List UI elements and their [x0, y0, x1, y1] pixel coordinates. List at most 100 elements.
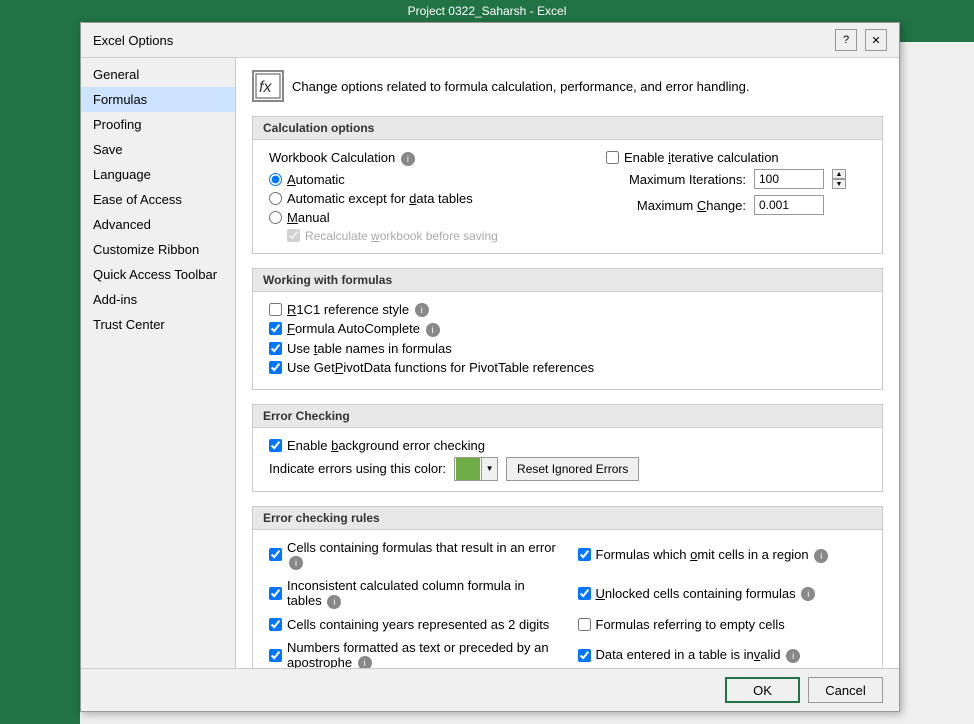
- inconsistent-col-info-icon: i: [327, 595, 341, 609]
- working-with-formulas-label: Working with formulas: [253, 269, 882, 292]
- cells-formula-error-row: Cells containing formulas that result in…: [269, 540, 558, 571]
- sidebar-item-ease-of-access[interactable]: Ease of Access: [81, 187, 235, 212]
- table-names-checkbox[interactable]: [269, 342, 282, 355]
- enable-iterative-row: Enable iterative calculation: [606, 150, 866, 165]
- color-dropdown-arrow[interactable]: ▼: [481, 458, 497, 480]
- sidebar-item-save[interactable]: Save: [81, 137, 235, 162]
- color-swatch: [456, 458, 480, 480]
- error-checking-rules-content: Cells containing formulas that result in…: [253, 530, 882, 668]
- unlocked-cells-checkbox[interactable]: [578, 587, 591, 600]
- calculation-options-group: Calculation options Workbook Calculation…: [252, 116, 883, 254]
- formulas-empty-cells-row: Formulas referring to empty cells: [578, 617, 867, 632]
- recalculate-label: Recalculate workbook before saving: [305, 229, 498, 243]
- formulas-omit-cells-label: Formulas which omit cells in a region i: [596, 547, 829, 563]
- radio-manual: Manual: [269, 210, 566, 225]
- formula-autocomplete-label: Formula AutoComplete i: [287, 321, 440, 337]
- max-iterations-down[interactable]: ▼: [832, 179, 846, 189]
- unlocked-cells-label: Unlocked cells containing formulas i: [596, 586, 816, 602]
- formula-autocomplete-row: Formula AutoComplete i: [269, 321, 866, 337]
- workbook-calc-label: Workbook Calculation i: [269, 150, 566, 166]
- max-iterations-spinner: ▲ ▼: [832, 169, 846, 189]
- error-rules-grid: Cells containing formulas that result in…: [269, 540, 866, 668]
- radio-manual-label: Manual: [287, 210, 330, 225]
- max-iterations-up[interactable]: ▲: [832, 169, 846, 179]
- max-change-input[interactable]: [754, 195, 824, 215]
- data-table-invalid-label: Data entered in a table is invalid i: [596, 647, 801, 663]
- omit-cells-info-icon: i: [814, 549, 828, 563]
- radio-auto-except-input[interactable]: [269, 192, 282, 205]
- cells-2digit-years-row: Cells containing years represented as 2 …: [269, 617, 558, 632]
- enable-iterative-checkbox[interactable]: [606, 151, 619, 164]
- close-button[interactable]: ✕: [865, 29, 887, 51]
- formula-autocomplete-checkbox[interactable]: [269, 322, 282, 335]
- ok-button[interactable]: OK: [725, 677, 800, 703]
- color-picker[interactable]: ▼: [454, 457, 498, 481]
- sidebar-item-proofing[interactable]: Proofing: [81, 112, 235, 137]
- formulas-omit-cells-checkbox[interactable]: [578, 548, 591, 561]
- sidebar-item-customize-ribbon[interactable]: Customize Ribbon: [81, 237, 235, 262]
- autocomplete-info-icon: i: [426, 323, 440, 337]
- numbers-as-text-label: Numbers formatted as text or preceded by…: [287, 640, 558, 668]
- cancel-button[interactable]: Cancel: [808, 677, 883, 703]
- max-change-row: Maximum Change:: [606, 195, 866, 215]
- dialog-footer: OK Cancel: [81, 668, 899, 711]
- sidebar-item-formulas[interactable]: Formulas: [81, 87, 235, 112]
- radio-auto-except: Automatic except for data tables: [269, 191, 566, 206]
- error-checking-rules-label: Error checking rules: [253, 507, 882, 530]
- cells-2digit-years-checkbox[interactable]: [269, 618, 282, 631]
- title-bar: Project 0322_Saharsh - Excel: [0, 0, 974, 22]
- indicate-color-label: Indicate errors using this color:: [269, 461, 446, 476]
- calc-layout: Workbook Calculation i Automatic: [269, 150, 866, 243]
- enable-bg-error-row: Enable background error checking: [269, 438, 866, 453]
- cells-formula-info-icon: i: [289, 556, 303, 570]
- sidebar-item-advanced[interactable]: Advanced: [81, 212, 235, 237]
- sidebar-item-language[interactable]: Language: [81, 162, 235, 187]
- cells-2digit-years-label: Cells containing years represented as 2 …: [287, 617, 549, 632]
- getpivotdata-checkbox[interactable]: [269, 361, 282, 374]
- data-table-invalid-checkbox[interactable]: [578, 649, 591, 662]
- error-color-row: Indicate errors using this color: ▼ Rese…: [269, 457, 866, 481]
- calculation-options-content: Workbook Calculation i Automatic: [253, 140, 882, 253]
- formulas-omit-cells-row: Formulas which omit cells in a region i: [578, 540, 867, 571]
- r1c1-checkbox[interactable]: [269, 303, 282, 316]
- cells-formula-error-checkbox[interactable]: [269, 548, 282, 561]
- r1c1-label: R1C1 reference style i: [287, 302, 429, 318]
- sidebar-item-quick-access-toolbar[interactable]: Quick Access Toolbar: [81, 262, 235, 287]
- max-iterations-input[interactable]: [754, 169, 824, 189]
- getpivotdata-row: Use GetPivotData functions for PivotTabl…: [269, 360, 866, 375]
- calculation-options-label: Calculation options: [253, 117, 882, 140]
- radio-automatic-label: Automatic: [287, 172, 345, 187]
- sidebar-item-add-ins[interactable]: Add-ins: [81, 287, 235, 312]
- formulas-empty-cells-checkbox[interactable]: [578, 618, 591, 631]
- excel-options-dialog: Excel Options ? ✕ General Formulas Proof…: [80, 22, 900, 712]
- radio-automatic-input[interactable]: [269, 173, 282, 186]
- getpivotdata-label: Use GetPivotData functions for PivotTabl…: [287, 360, 594, 375]
- help-button[interactable]: ?: [835, 29, 857, 51]
- numbers-as-text-checkbox[interactable]: [269, 649, 282, 662]
- r1c1-row: R1C1 reference style i: [269, 302, 866, 318]
- recalculate-text: Recalculate workbook before saving: [287, 229, 566, 243]
- dialog-body: General Formulas Proofing Save Language …: [81, 58, 899, 668]
- radio-manual-input[interactable]: [269, 211, 282, 224]
- workbook-calc-info-icon: i: [401, 152, 415, 166]
- enable-bg-error-checkbox[interactable]: [269, 439, 282, 452]
- radio-automatic: Automatic: [269, 172, 566, 187]
- title-bar-text: Project 0322_Saharsh - Excel: [408, 4, 567, 18]
- enable-iterative-label: Enable iterative calculation: [624, 150, 779, 165]
- sidebar-item-trust-center[interactable]: Trust Center: [81, 312, 235, 337]
- table-names-label: Use table names in formulas: [287, 341, 452, 356]
- inconsistent-col-formula-row: Inconsistent calculated column formula i…: [269, 578, 558, 609]
- calc-left: Workbook Calculation i Automatic: [269, 150, 566, 243]
- svg-text:fx: fx: [259, 79, 272, 96]
- max-change-label: Maximum Change:: [606, 198, 746, 213]
- dialog-title-bar: Excel Options ? ✕: [81, 23, 899, 58]
- data-table-invalid-row: Data entered in a table is invalid i: [578, 640, 867, 668]
- reset-ignored-errors-button[interactable]: Reset Ignored Errors: [506, 457, 639, 481]
- formulas-empty-cells-label: Formulas referring to empty cells: [596, 617, 785, 632]
- sidebar: General Formulas Proofing Save Language …: [81, 58, 236, 668]
- error-checking-content: Enable background error checking Indicat…: [253, 428, 882, 491]
- sidebar-item-general[interactable]: General: [81, 62, 235, 87]
- inconsistent-col-formula-checkbox[interactable]: [269, 587, 282, 600]
- excel-sidebar: [0, 22, 80, 724]
- data-table-info-icon: i: [786, 649, 800, 663]
